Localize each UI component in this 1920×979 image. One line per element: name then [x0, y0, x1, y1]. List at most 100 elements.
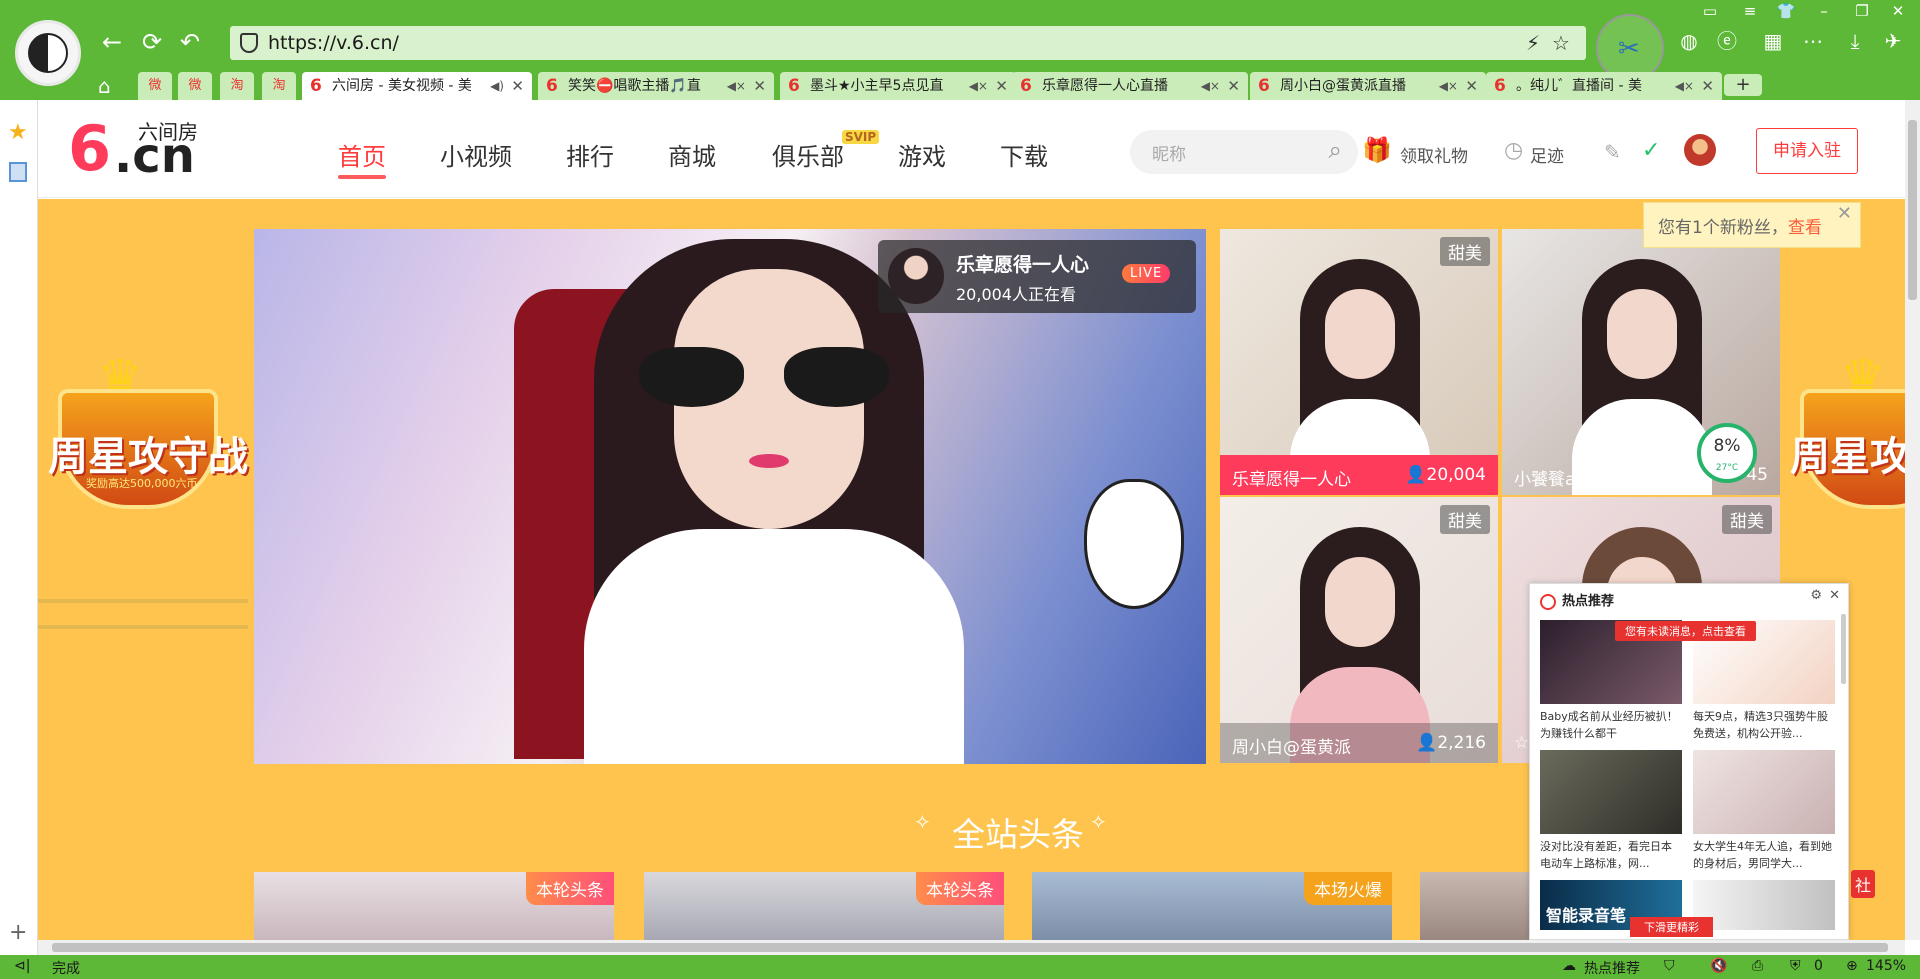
- tab[interactable]: 6 笑笑⛔唱歌主播🎵直 ◀× ✕: [538, 72, 774, 100]
- tab[interactable]: 6 。纯儿゛直播间 - 美 ◀× ✕: [1486, 72, 1722, 100]
- live-info-card[interactable]: 乐章愿得一人心 20,004人正在看 LIVE: [878, 240, 1196, 313]
- minimize-icon[interactable]: –: [1810, 0, 1838, 22]
- tab-title: 乐章愿得一人心直播: [1042, 78, 1168, 94]
- home-icon[interactable]: ⌂: [98, 74, 111, 98]
- undo-icon[interactable]: ↶: [176, 28, 204, 56]
- ie-icon[interactable]: ⓔ: [1714, 28, 1740, 54]
- left-promo-banner[interactable]: ♛ 周星攻守战 奖励高达500,000六币: [38, 299, 253, 629]
- restore-icon[interactable]: ❐: [1848, 0, 1876, 22]
- url-text[interactable]: https://v.6.cn/: [268, 32, 399, 54]
- close-tab-icon[interactable]: ✕: [1227, 72, 1240, 100]
- vertical-scrollbar[interactable]: [1905, 100, 1920, 940]
- headline-card[interactable]: 本轮头条: [254, 872, 614, 940]
- close-tab-icon[interactable]: ✕: [511, 72, 524, 100]
- pinned-tab-weibo[interactable]: 微: [138, 72, 172, 100]
- refresh-icon[interactable]: ⟳: [138, 28, 166, 56]
- hot-recommend-status[interactable]: 热点推荐: [1584, 958, 1640, 978]
- headline-card[interactable]: 本轮头条: [644, 872, 1004, 940]
- tab-active[interactable]: 6 六间房 - 美女视频 - 美 ◀) ✕: [302, 72, 532, 100]
- nav-home[interactable]: 首页: [338, 137, 386, 179]
- news-item[interactable]: [1693, 880, 1835, 930]
- reading-list-icon[interactable]: [9, 162, 27, 182]
- nav-download[interactable]: 下载: [1000, 137, 1048, 172]
- nav-club[interactable]: 俱乐部: [772, 137, 844, 172]
- add-sidebar-icon[interactable]: +: [9, 920, 27, 945]
- favorites-star-icon[interactable]: ★: [8, 120, 28, 145]
- footprint-link[interactable]: 足迹: [1530, 142, 1564, 167]
- menu-icon[interactable]: ≡: [1736, 0, 1764, 22]
- live-thumbnail[interactable]: 甜美 周小白@蛋黄派 👤2,216: [1220, 497, 1498, 763]
- nav-games[interactable]: 游戏: [898, 137, 946, 172]
- shield-status-icon[interactable]: ⛉: [1664, 958, 1675, 974]
- settings-icon[interactable]: ⚙: [1810, 588, 1822, 603]
- user-avatar[interactable]: [1684, 134, 1716, 166]
- lightning-icon[interactable]: ⚡: [1526, 31, 1540, 55]
- mute-icon[interactable]: ◀×: [1439, 72, 1458, 100]
- tab[interactable]: 6 乐章愿得一人心直播 ◀× ✕: [1012, 72, 1248, 100]
- horizontal-scrollbar[interactable]: [38, 940, 1905, 955]
- more-icon[interactable]: ⋯: [1800, 28, 1826, 54]
- six-favicon-icon: 6: [1020, 76, 1032, 96]
- check-icon[interactable]: ✓: [1642, 138, 1660, 163]
- pin-icon[interactable]: ✈: [1880, 28, 1906, 54]
- favorite-star-icon[interactable]: ☆: [1552, 31, 1570, 55]
- speaker-icon[interactable]: ◀): [490, 72, 504, 100]
- nav-short-video[interactable]: 小视频: [440, 137, 512, 172]
- news-item[interactable]: 没对比没有差距，看完日本电动车上路标准，网...: [1540, 750, 1682, 872]
- right-promo-banner[interactable]: ♛ 周星攻守战: [1780, 299, 1905, 559]
- close-popup-icon[interactable]: ✕: [1829, 588, 1840, 603]
- nav-ranking[interactable]: 排行: [566, 137, 614, 172]
- sidebar-toggle-icon[interactable]: ▭: [1696, 0, 1724, 22]
- print-icon[interactable]: ⎙: [1752, 958, 1763, 974]
- mute-icon[interactable]: ◀×: [969, 72, 988, 100]
- skin-icon[interactable]: 👕: [1772, 0, 1800, 22]
- zoom-icon[interactable]: ⊕: [1846, 958, 1858, 974]
- popup-scrollbar[interactable]: [1841, 614, 1846, 684]
- scroll-thumb[interactable]: [1908, 120, 1917, 300]
- search-input[interactable]: 昵称: [1152, 140, 1186, 165]
- translate-icon[interactable]: ◍: [1676, 28, 1702, 54]
- browser-logo[interactable]: [15, 20, 81, 86]
- gift-link[interactable]: 领取礼物: [1400, 142, 1468, 167]
- pinned-tab-taobao[interactable]: 淘: [262, 72, 296, 100]
- close-window-icon[interactable]: ✕: [1884, 0, 1912, 22]
- live-thumbnail[interactable]: 甜美 乐章愿得一人心 👤20,004: [1220, 229, 1498, 495]
- mute-icon[interactable]: ◀×: [1675, 72, 1694, 100]
- new-tab-button[interactable]: +: [1724, 74, 1762, 96]
- back-icon[interactable]: ←: [98, 28, 126, 56]
- mute-status-icon[interactable]: 🔇: [1710, 958, 1727, 974]
- scroll-more-banner[interactable]: 下滑更精彩: [1630, 917, 1713, 937]
- download-icon[interactable]: ⤓: [1842, 28, 1868, 54]
- nav-mall[interactable]: 商城: [668, 137, 716, 172]
- headline-card[interactable]: 本场火爆: [1032, 872, 1392, 940]
- tab[interactable]: 6 周小白@蛋黄派直播 ◀× ✕: [1250, 72, 1486, 100]
- pinned-tab-weibo[interactable]: 微: [178, 72, 212, 100]
- unread-message-banner[interactable]: 您有未读消息，点击查看: [1615, 621, 1756, 641]
- close-tab-icon[interactable]: ✕: [1701, 72, 1714, 100]
- apply-button[interactable]: 申请入驻: [1756, 128, 1858, 174]
- headline-card[interactable]: [1420, 872, 1530, 940]
- mute-icon[interactable]: ◀×: [1201, 72, 1220, 100]
- notice-view-link[interactable]: 查看: [1788, 218, 1822, 238]
- calculator-icon[interactable]: ▦: [1760, 28, 1786, 54]
- right-edge-badge[interactable]: 社: [1851, 870, 1876, 898]
- close-tab-icon[interactable]: ✕: [995, 72, 1008, 100]
- thumbnail-caption: 周小白@蛋黄派 👤2,216: [1220, 723, 1498, 763]
- edit-icon[interactable]: ✎: [1604, 140, 1621, 164]
- search-icon[interactable]: ⌕: [1329, 136, 1342, 164]
- zoom-level[interactable]: 145%: [1866, 958, 1906, 974]
- mute-icon[interactable]: ◀×: [727, 72, 746, 100]
- close-icon[interactable]: ✕: [1837, 203, 1852, 224]
- adblock-icon[interactable]: ⛨: [1790, 958, 1801, 974]
- close-tab-icon[interactable]: ✕: [1465, 72, 1478, 100]
- site-logo[interactable]: 6 .cn 六间房: [68, 114, 208, 185]
- close-tab-icon[interactable]: ✕: [753, 72, 766, 100]
- scroll-thumb[interactable]: [52, 943, 1888, 952]
- search-box[interactable]: 昵称 ⌕: [1130, 130, 1358, 174]
- address-bar[interactable]: https://v.6.cn/ ⚡ ☆: [230, 26, 1586, 60]
- news-item[interactable]: 女大学生4年无人追，看到她的身材后，男同学大...: [1693, 750, 1835, 872]
- tab[interactable]: 6 墨斗★小主早5点见直 ◀× ✕: [780, 72, 1016, 100]
- network-gauge[interactable]: 8% 27°C: [1697, 423, 1757, 483]
- collapse-icon[interactable]: ⊲|: [14, 958, 30, 974]
- pinned-tab-taobao[interactable]: 淘: [220, 72, 254, 100]
